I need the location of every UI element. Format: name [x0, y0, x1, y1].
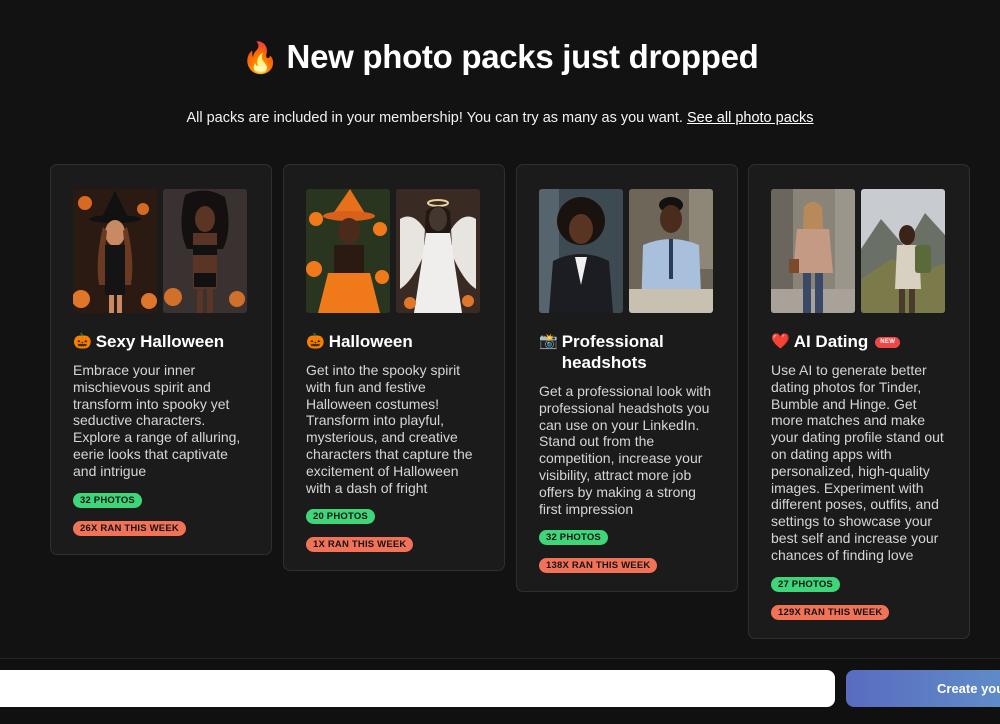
page: 🔥 New photo packs just dropped All packs … — [0, 0, 1000, 724]
create-button[interactable]: Create you — [846, 670, 1000, 707]
lingerie-costume-photo — [163, 189, 247, 313]
pack-thumbnails — [73, 189, 249, 313]
pack-card-sexy-halloween[interactable]: 🎃 Sexy Halloween Embrace your inner misc… — [50, 164, 272, 555]
businessman-headshot-photo — [629, 189, 713, 313]
pack-title-text: Halloween — [328, 332, 413, 351]
page-title: 🔥 New photo packs just dropped — [0, 38, 1000, 76]
photo-count-badge: 20 PHOTOS — [306, 509, 375, 525]
page-subtitle: All packs are included in your membershi… — [0, 110, 1000, 126]
businesswoman-headshot-photo — [539, 189, 623, 313]
pack-description: Embrace your inner mischievous spirit an… — [73, 362, 241, 479]
witch-costume-photo — [73, 189, 157, 313]
weekly-runs-badge: 1X RAN THIS WEEK — [306, 537, 414, 553]
pack-description: Use AI to generate better dating photos … — [771, 362, 944, 563]
pack-title: 📸 Professional headshots — [539, 331, 715, 373]
photo-count-badge: 32 PHOTOS — [73, 492, 142, 508]
pack-title-text: Professional headshots — [561, 332, 664, 372]
weekly-runs-badge: 129X RAN THIS WEEK — [771, 604, 890, 620]
pack-title-text: Sexy Halloween — [95, 332, 225, 351]
pack-title: ❤️ AI Dating NEW — [771, 331, 947, 352]
fire-icon: 🔥 — [241, 42, 279, 75]
pack-card-halloween[interactable]: 🎃 Halloween Get into the spooky spirit w… — [283, 164, 505, 572]
photo-count-badge: 32 PHOTOS — [539, 530, 608, 546]
pack-card-ai-dating[interactable]: ❤️ AI Dating NEW Use AI to generate bett… — [748, 164, 970, 639]
pack-thumbnails — [306, 189, 482, 313]
pack-card-professional-headshots[interactable]: 📸 Professional headshots Get a professio… — [516, 164, 738, 593]
weekly-runs-badge: 138X RAN THIS WEEK — [539, 558, 658, 574]
pack-thumbnails — [539, 189, 715, 313]
heart-icon: ❤️ — [771, 333, 790, 350]
pumpkin-icon: 🎃 — [73, 333, 92, 350]
camera-icon: 📸 — [539, 333, 558, 350]
pack-title: 🎃 Halloween — [306, 331, 482, 352]
page-title-text: New photo packs just dropped — [286, 38, 759, 75]
orange-witch-photo — [306, 189, 390, 313]
pumpkin-icon: 🎃 — [306, 333, 325, 350]
see-all-packs-link[interactable]: See all photo packs — [687, 110, 814, 126]
weekly-runs-badge: 26X RAN THIS WEEK — [73, 520, 186, 536]
pack-description: Get a professional look with professiona… — [539, 383, 711, 517]
pack-title-text: AI Dating — [793, 332, 869, 351]
angel-costume-photo — [396, 189, 480, 313]
new-badge: NEW — [875, 337, 901, 348]
pack-description: Get into the spooky spirit with fun and … — [306, 362, 473, 496]
pack-thumbnails — [771, 189, 947, 313]
city-street-dating-photo — [771, 189, 855, 313]
photo-count-badge: 27 PHOTOS — [771, 576, 840, 592]
prompt-input[interactable] — [0, 670, 835, 707]
pack-title: 🎃 Sexy Halloween — [73, 331, 249, 352]
mountain-hike-dating-photo — [861, 189, 945, 313]
subtitle-text: All packs are included in your membershi… — [186, 110, 683, 126]
